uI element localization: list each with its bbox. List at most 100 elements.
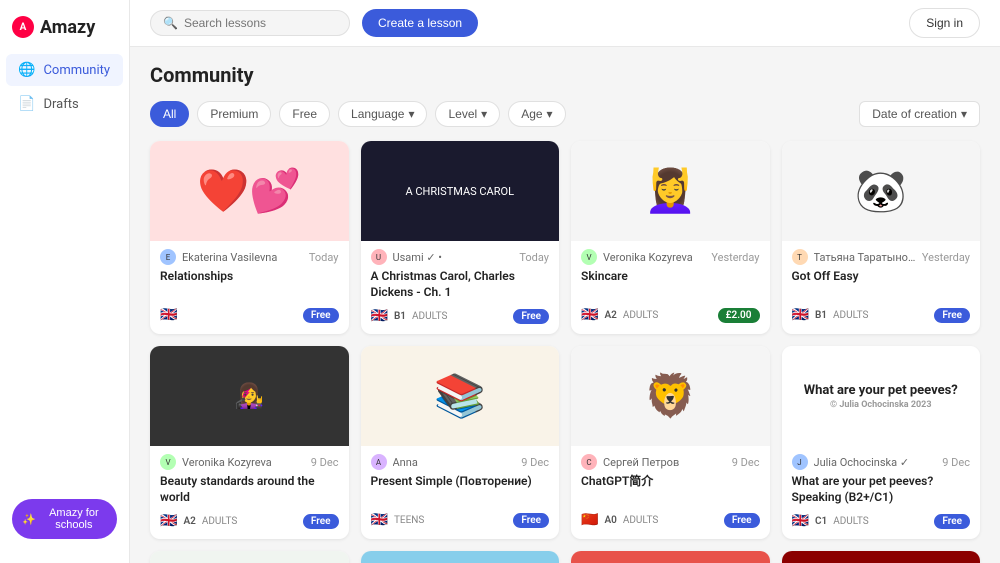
lesson-card[interactable]: Merry Christmas S Sonya 7 Dec Christmas … xyxy=(782,551,981,563)
filter-premium[interactable]: Premium xyxy=(197,101,271,127)
price-badge: Free xyxy=(724,513,760,528)
lesson-card[interactable]: 👩‍🎤 V Veronika Kozyreva 9 Dec Beauty sta… xyxy=(150,346,349,539)
filter-level[interactable]: Level ▾ xyxy=(435,101,500,127)
card-body: A Anna 9 Dec Present Simple (Повторение)… xyxy=(361,446,560,538)
avatar: С xyxy=(581,454,597,470)
flag-icon: 🇬🇧 xyxy=(371,512,388,528)
avatar: U xyxy=(371,249,387,265)
filter-language[interactable]: Language ▾ xyxy=(338,101,427,127)
skincare-emoji: 💆‍♀️ xyxy=(644,167,696,216)
card-meta: J Julia Ochocinska ✓ 9 Dec xyxy=(792,454,971,470)
card-thumbnail: 📚 xyxy=(361,346,560,446)
audience-label: ADULTS xyxy=(623,515,658,526)
card-thumbnail: WAY TO BE MORE PERSUASIVE 💡 xyxy=(571,551,770,563)
filter-free[interactable]: Free xyxy=(279,101,330,127)
card-footer: 🇬🇧 B1 ADULTS Free xyxy=(371,308,550,324)
beauty-emoji: 👩‍🎤 xyxy=(234,382,264,410)
flag-icon: 🇬🇧 xyxy=(792,307,809,323)
card-title: Skincare xyxy=(581,269,760,299)
card-author: Сергей Петров xyxy=(603,456,726,469)
search-input[interactable] xyxy=(184,16,337,30)
lesson-card[interactable]: 📚 A Anna 9 Dec Present Simple (Повторени… xyxy=(361,346,560,539)
flag-icon: 🇨🇳 xyxy=(581,512,598,528)
card-title: Beauty standards around the world xyxy=(160,474,339,505)
price-badge: Free xyxy=(934,308,970,323)
card-meta: A Anna 9 Dec xyxy=(371,454,550,470)
lesson-card[interactable]: What are your pet peeves? © Julia Ochoci… xyxy=(782,346,981,539)
card-thumbnail: Merry Christmas xyxy=(782,551,981,563)
christmas-text: A CHRISTMAS CAROL xyxy=(400,180,519,203)
lesson-card[interactable]: WAY TO BE MORE PERSUASIVE 💡 F Faliya Gal… xyxy=(571,551,770,563)
card-thumbnail: 🐼 xyxy=(782,141,981,241)
card-title: Got Off Easy xyxy=(792,269,971,299)
card-date: 9 Dec xyxy=(521,456,549,469)
audience-label: ADULTS xyxy=(833,310,868,321)
card-date: 9 Dec xyxy=(311,456,339,469)
card-date: Yesterday xyxy=(711,251,759,264)
chevron-down-icon: ▾ xyxy=(481,107,487,121)
amazy-schools-label: Amazy for schools xyxy=(41,507,107,531)
card-author: Veronika Kozyreva xyxy=(182,456,305,469)
lesson-card[interactable]: ❤️💕 E Ekaterina Vasilevna Today Relation… xyxy=(150,141,349,334)
card-author: Anna xyxy=(393,456,516,469)
sign-in-button[interactable]: Sign in xyxy=(909,8,980,38)
card-author: Julia Ochocinska ✓ xyxy=(814,456,937,469)
lesson-card[interactable]: A CHRISTMAS CAROL U Usami ✓ • Today A Ch… xyxy=(361,141,560,334)
avatar: E xyxy=(160,249,176,265)
avatar: Т xyxy=(792,249,808,265)
sort-dropdown[interactable]: Date of creation ▾ xyxy=(859,101,980,127)
lesson-card[interactable]: 🎄🚗 S Sonya 9 Dec Present Simple & Presen… xyxy=(150,551,349,563)
price-badge: Free xyxy=(303,514,339,529)
card-body: V Veronika Kozyreva Yesterday Skincare 🇬… xyxy=(571,241,770,333)
audience-label: ADULTS xyxy=(833,516,868,527)
card-body: E Ekaterina Vasilevna Today Relationship… xyxy=(150,241,349,333)
logo-text: Amazy xyxy=(40,17,95,38)
card-meta: С Сергей Петров 9 Dec xyxy=(581,454,760,470)
price-badge: £2.00 xyxy=(718,308,760,323)
filter-age[interactable]: Age ▾ xyxy=(508,101,565,127)
header: 🔍 Create a lesson Sign in xyxy=(130,0,1000,47)
price-badge: Free xyxy=(303,308,339,323)
chevron-down-icon: ▾ xyxy=(408,107,414,121)
books-emoji: 📚 xyxy=(434,372,486,421)
card-grid: ❤️💕 E Ekaterina Vasilevna Today Relation… xyxy=(150,141,980,563)
create-lesson-button[interactable]: Create a lesson xyxy=(362,9,478,37)
lesson-card[interactable]: 🦁 С Сергей Петров 9 Dec ChatGPT简介 🇨🇳 A0 xyxy=(571,346,770,539)
audience-label: ADULTS xyxy=(202,516,237,527)
level-badge: A2 xyxy=(183,516,195,527)
card-body: J Julia Ochocinska ✓ 9 Dec What are your… xyxy=(782,446,981,539)
search-box[interactable]: 🔍 xyxy=(150,10,350,36)
level-badge: A2 xyxy=(604,310,616,321)
card-meta: U Usami ✓ • Today xyxy=(371,249,550,265)
lesson-card[interactable]: 💆‍♀️ V Veronika Kozyreva Yesterday Skinc… xyxy=(571,141,770,334)
card-title: A Christmas Carol, Charles Dickens - Ch.… xyxy=(371,269,550,300)
peeves-text: What are your pet peeves? © Julia Ochoci… xyxy=(782,346,981,446)
audience-label: ADULTS xyxy=(623,310,658,321)
sidebar-item-community[interactable]: 🌐 Community xyxy=(6,54,123,86)
level-badge: A0 xyxy=(604,515,616,526)
amazy-schools-button[interactable]: ✨ Amazy for schools xyxy=(12,499,117,539)
drafts-icon: 📄 xyxy=(18,96,35,112)
card-thumbnail: 🦁 xyxy=(571,346,770,446)
price-badge: Free xyxy=(513,513,549,528)
audience-label: TEENS xyxy=(394,515,424,526)
lesson-card[interactable]: 🐼 Т Татьяна Таратынова Yesterday Got Off… xyxy=(782,141,981,334)
card-footer: 🇨🇳 A0 ADULTS Free xyxy=(581,512,760,528)
sidebar: A Amazy 🌐 Community 📄 Drafts ✨ Amazy for… xyxy=(0,0,130,563)
lesson-card[interactable]: 🎁 К Кристина Бакала 8 Dec Gift giving 🇬🇧… xyxy=(361,551,560,563)
card-date: Yesterday xyxy=(922,251,970,264)
avatar: V xyxy=(160,454,176,470)
hearts-emoji: ❤️💕 xyxy=(197,167,302,216)
content-area: Community All Premium Free Language ▾ Le… xyxy=(130,47,1000,563)
sparkle-icon: ✨ xyxy=(22,513,36,526)
sidebar-item-label: Community xyxy=(43,63,110,78)
card-date: 9 Dec xyxy=(942,456,970,469)
panda-emoji: 🐼 xyxy=(855,167,907,216)
filter-all[interactable]: All xyxy=(150,101,189,127)
card-thumbnail: 👩‍🎤 xyxy=(150,346,349,446)
sidebar-item-drafts[interactable]: 📄 Drafts xyxy=(6,88,123,120)
level-badge: B1 xyxy=(394,311,406,322)
main-content: 🔍 Create a lesson Sign in Community All … xyxy=(130,0,1000,563)
card-date: Today xyxy=(309,251,339,264)
card-meta: V Veronika Kozyreva Yesterday xyxy=(581,249,760,265)
